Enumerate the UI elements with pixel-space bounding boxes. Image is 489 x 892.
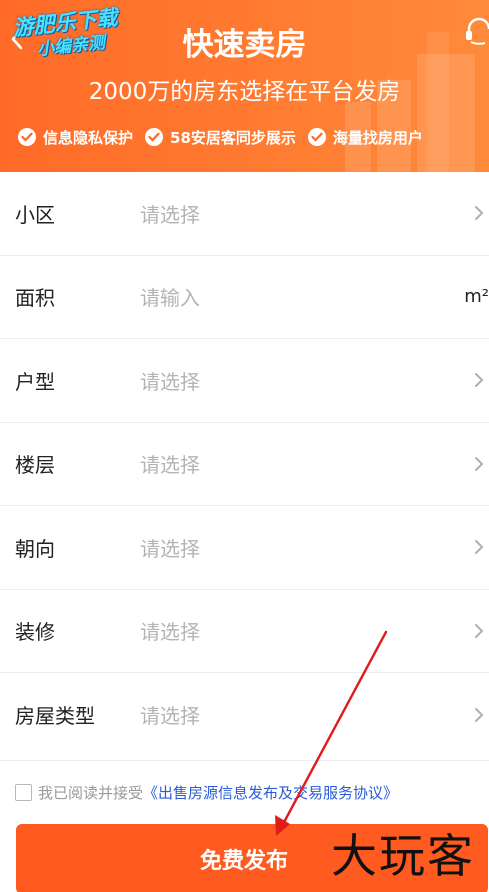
house-type-select[interactable]: 请选择 bbox=[140, 700, 200, 729]
area-input[interactable]: 请输入 bbox=[140, 282, 200, 311]
area-row[interactable]: 面积 请输入 m² bbox=[0, 256, 489, 339]
floor-select[interactable]: 请选择 bbox=[140, 449, 200, 478]
watermark-text: 大玩客 bbox=[331, 829, 475, 883]
check-circle-icon bbox=[18, 128, 36, 146]
field-label: 装修 bbox=[15, 620, 55, 645]
page-subtitle: 2000万的房东选择在平台发房 bbox=[88, 79, 401, 105]
chevron-right-icon bbox=[475, 206, 484, 221]
feature-item: 58安居客同步展示 bbox=[145, 127, 296, 148]
chevron-right-icon bbox=[475, 456, 484, 471]
house-type-row[interactable]: 房屋类型 请选择 bbox=[0, 673, 489, 757]
page-title: 快速卖房 bbox=[182, 27, 307, 63]
feature-item: 信息隐私保护 bbox=[18, 127, 133, 148]
chevron-right-icon bbox=[475, 623, 484, 638]
building-illustration bbox=[417, 54, 475, 172]
feature-label: 58安居客同步展示 bbox=[170, 128, 296, 147]
header-banner: 游肥乐下载 小编亲测 快速卖房 2000万的房东选择在平台发房 信息隐私保护 5… bbox=[0, 0, 489, 172]
floor-row[interactable]: 楼层 请选择 bbox=[0, 423, 489, 506]
chevron-right-icon bbox=[475, 540, 484, 555]
feature-list: 信息隐私保护 58安居客同步展示 海量找房用户 bbox=[18, 124, 489, 150]
orientation-select[interactable]: 请选择 bbox=[140, 533, 200, 562]
agreement-link[interactable]: 《出售房源信息发布及交易服务协议》 bbox=[143, 782, 398, 803]
agreement-text: 我已阅读并接受 bbox=[38, 783, 144, 802]
chevron-right-icon bbox=[475, 707, 484, 722]
field-label: 户型 bbox=[15, 369, 55, 394]
layout-row[interactable]: 户型 请选择 bbox=[0, 339, 489, 423]
feature-label: 信息隐私保护 bbox=[43, 128, 134, 147]
feature-item: 海量找房用户 bbox=[307, 127, 423, 148]
community-select[interactable]: 请选择 bbox=[140, 199, 200, 228]
field-label: 面积 bbox=[15, 286, 55, 311]
area-unit: m² bbox=[464, 286, 489, 308]
decoration-row[interactable]: 装修 请选择 bbox=[0, 590, 489, 673]
orientation-row[interactable]: 朝向 请选择 bbox=[0, 506, 489, 590]
decoration-select[interactable]: 请选择 bbox=[140, 616, 200, 645]
headset-icon[interactable] bbox=[465, 16, 489, 46]
publish-button-label: 免费发布 bbox=[199, 849, 288, 874]
chevron-right-icon bbox=[475, 373, 484, 388]
layout-select[interactable]: 请选择 bbox=[140, 366, 200, 395]
community-row[interactable]: 小区 请选择 bbox=[0, 172, 489, 256]
agreement-checkbox[interactable] bbox=[15, 783, 32, 801]
field-label: 小区 bbox=[15, 202, 55, 227]
field-label: 房屋类型 bbox=[15, 704, 95, 729]
field-label: 楼层 bbox=[15, 453, 55, 478]
listing-form: 小区 请选择 面积 请输入 m² 户型 请选择 楼层 请选择 朝向 请选择 装修… bbox=[0, 172, 489, 757]
check-circle-icon bbox=[145, 128, 164, 146]
agreement-row: 我已阅读并接受 《出售房源信息发布及交易服务协议》 bbox=[0, 760, 489, 823]
field-label: 朝向 bbox=[15, 536, 55, 561]
feature-label: 海量找房用户 bbox=[332, 128, 423, 147]
check-circle-icon bbox=[307, 128, 326, 146]
